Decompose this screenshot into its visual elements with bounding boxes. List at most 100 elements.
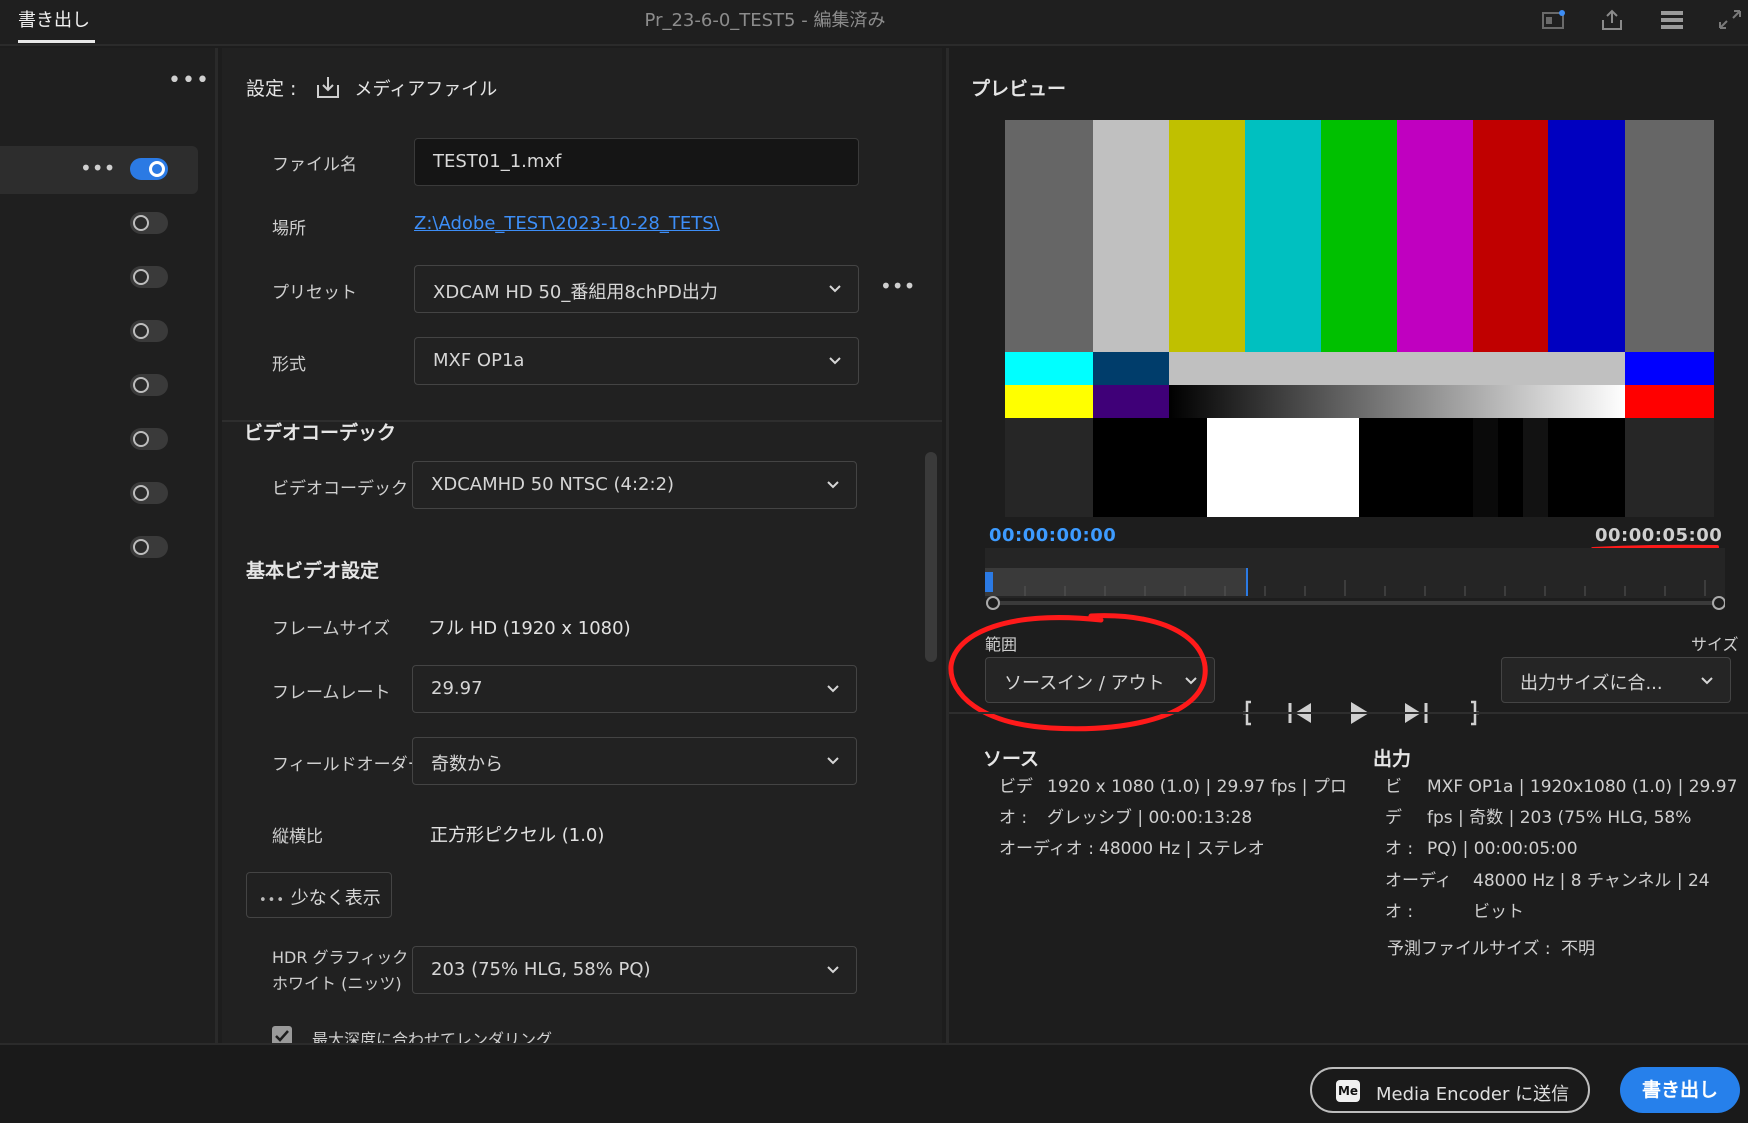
field-order-value: 奇数から [431,754,503,775]
size-select[interactable]: 出力サイズに合... [1501,657,1731,703]
output-video-label-line1: ビ [1385,777,1402,797]
hdr-label: HDR グラフィック ホワイト (ニッツ) [272,945,408,997]
sidebar: ••• ••• [0,48,218,1043]
location-link[interactable]: Z:\Adobe_TEST\2023-10-28_TETS\ [414,213,720,234]
media-encoder-icon: Me [1336,1080,1360,1102]
top-bar: 書き出し Pr_23-6-0_TEST5 - 編集済み [0,0,1748,46]
frame-rate-value: 29.97 [431,678,483,699]
chevron-down-icon [827,481,839,489]
aspect-value: 正方形ピクセル (1.0) [430,825,605,846]
expand-icon[interactable] [1716,8,1744,32]
format-label: 形式 [272,355,306,375]
hdr-value: 203 (75% HLG, 58% PQ) [431,959,651,980]
preset-more-icon[interactable]: ••• [880,274,915,298]
toggle-8[interactable] [130,536,168,558]
frame-rate-label: フレームレート [272,683,391,703]
color-bars-video-frame [1005,120,1714,517]
location-label: 場所 [272,219,306,239]
source-audio-value: 48000 Hz | ステレオ [1099,839,1265,859]
output-audio-label: オーディ オ : [1385,866,1452,928]
settings-label: 設定 : [246,78,297,100]
show-less-button[interactable]: ••• 少なく表示 [246,872,392,918]
filesize-label: 予測ファイルサイズ : [1387,939,1551,959]
annotation-circle [948,613,1208,732]
export-button[interactable]: 書き出し [1620,1067,1740,1113]
source-audio-label: オーディオ : [999,839,1094,859]
hdr-label-line1: HDR グラフィック [272,948,409,967]
size-value: 出力サイズに合... [1520,673,1663,694]
source-video-label-line1: ビデ [999,777,1033,797]
output-audio-label-line1: オーディ [1385,871,1452,891]
send-to-media-encoder-button[interactable]: Me Media Encoder に送信 [1310,1067,1590,1113]
send-to-media-encoder-label: Media Encoder に送信 [1376,1084,1570,1105]
toggle-3[interactable] [130,266,168,288]
settings-target: メディアファイル [354,79,498,100]
field-order-select[interactable]: 奇数から [412,737,857,785]
video-codec-select[interactable]: XDCAMHD 50 NTSC (4:2:2) [412,461,857,509]
size-label: サイズ [1691,635,1739,654]
toggle-5[interactable] [130,374,168,396]
settings-scrollbar[interactable] [925,452,937,662]
toggle-4[interactable] [130,320,168,342]
check-icon [275,1030,289,1042]
settings-header: 設定 : メディアファイル [246,74,497,101]
import-icon [316,77,339,98]
output-video-line2: fps | 奇数 | 203 (75% HLG, 58% [1427,808,1692,828]
source-video-value: 1920 x 1080 (1.0) | 29.97 fps | プロ グレッシブ… [1047,772,1347,834]
hdr-label-line2: ホワイト (ニッツ) [272,974,402,993]
preset-value: XDCAM HD 50_番組用8chPD出力 [433,282,718,303]
tab-active-indicator [18,40,95,43]
video-codec-label: ビデオコーデック [272,479,408,499]
preset-select[interactable]: XDCAM HD 50_番組用8chPD出力 [414,265,859,313]
chevron-down-icon [1701,677,1713,685]
toggle-2[interactable] [130,212,168,234]
aspect-label: 縦横比 [272,827,323,847]
frame-rate-select[interactable]: 29.97 [412,665,857,713]
toggle-7[interactable] [130,482,168,504]
source-video-line1: 1920 x 1080 (1.0) | 29.97 fps | プロ [1047,777,1347,797]
format-value: MXF OP1a [433,350,525,371]
preview-panel: プレビュー 00:00:00:00 00:00:05:00 範囲 ソースイン /… [946,48,1748,1043]
output-audio-line2: ビット [1473,902,1524,922]
preset-label: プリセット [272,283,357,303]
toggle-1[interactable] [130,158,168,180]
chevron-down-icon [827,685,839,693]
share-icon[interactable] [1598,8,1626,32]
source-heading: ソース [983,748,1040,770]
chevron-down-icon [829,285,841,293]
video-codec-value: XDCAMHD 50 NTSC (4:2:2) [431,474,675,495]
frame-size-value: フル HD (1920 x 1080) [428,618,631,639]
output-video-line3: PQ) | 00:00:05:00 [1427,839,1578,859]
max-depth-label: 最大深度に合わせてレンダリング [312,1030,553,1043]
output-heading: 出力 [1373,748,1412,770]
frame-size-label: フレームサイズ [272,619,390,639]
output-audio-value: 48000 Hz | 8 チャンネル | 24 ビット [1473,866,1710,928]
more-icon[interactable]: ••• [168,68,210,93]
chevron-down-icon [827,966,839,974]
show-less-label: 少なく表示 [290,888,381,909]
filename-input[interactable]: TEST01_1.mxf [414,138,859,186]
source-video-label-line2: オ : [999,808,1028,828]
chevron-down-icon [829,357,841,365]
menu-icon[interactable] [1658,8,1686,32]
source-video-line2: グレッシブ | 00:00:13:28 [1047,808,1253,828]
hdr-select[interactable]: 203 (75% HLG, 58% PQ) [412,946,857,994]
output-video-label-line2: デ [1385,808,1402,828]
filename-label: ファイル名 [272,155,357,175]
output-audio-label-line2: オ : [1385,902,1414,922]
timecode-in[interactable]: 00:00:00:00 [989,525,1116,546]
info-divider [949,712,1748,714]
max-depth-checkbox[interactable] [272,1026,292,1043]
more-icon[interactable]: ••• [80,156,115,180]
preview-title: プレビュー [971,78,1067,100]
sidebar-item-selected[interactable]: ••• [0,146,198,194]
output-audio-line1: 48000 Hz | 8 チャンネル | 24 [1473,871,1710,891]
panel-icon[interactable] [1540,8,1568,32]
document-title: Pr_23-6-0_TEST5 - 編集済み [644,10,886,31]
format-select[interactable]: MXF OP1a [414,337,859,385]
bottom-bar: Me Media Encoder に送信 書き出し [0,1043,1748,1123]
toggle-6[interactable] [130,428,168,450]
filesize-value: 不明 [1561,939,1595,959]
output-video-value: MXF OP1a | 1920x1080 (1.0) | 29.97 fps |… [1427,772,1737,865]
settings-panel: 設定 : メディアファイル ファイル名 TEST01_1.mxf 場所 Z:\A… [222,48,942,1043]
